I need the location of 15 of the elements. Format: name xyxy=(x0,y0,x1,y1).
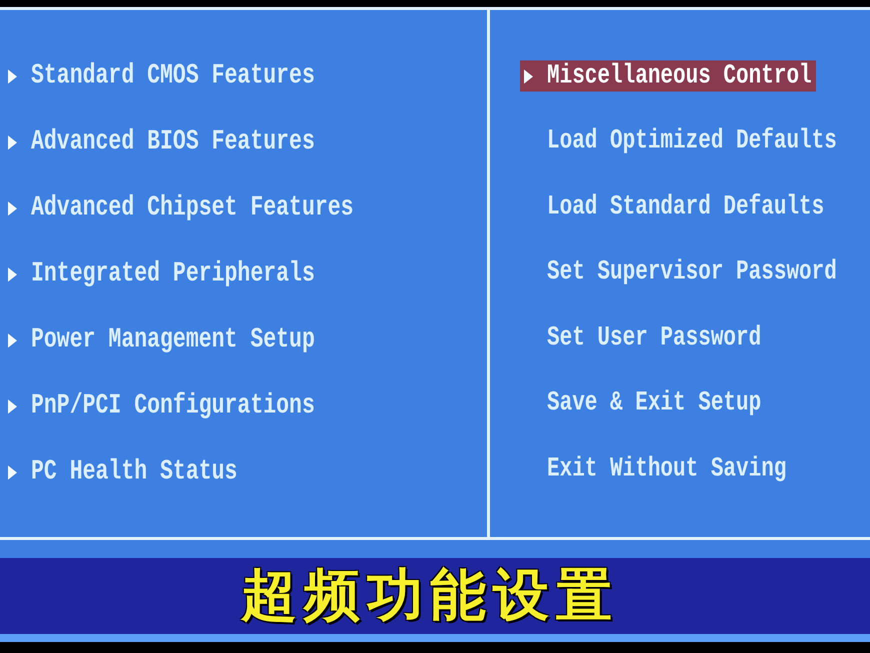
menu-item[interactable]: Load Optimized Defaults xyxy=(520,126,841,157)
menu-item[interactable]: PC Health Status xyxy=(4,456,242,488)
menu-item[interactable]: Advanced Chipset Features xyxy=(4,192,358,224)
menu-item[interactable]: Standard CMOS Features xyxy=(4,60,319,92)
menu-item[interactable]: Load Standard Defaults xyxy=(520,191,828,222)
menu-item[interactable]: Integrated Peripherals xyxy=(4,258,319,290)
menu-item[interactable]: Save & Exit Setup xyxy=(520,388,766,419)
menu-item[interactable]: Exit Without Saving xyxy=(520,453,790,484)
menu-item[interactable]: Set Supervisor Password xyxy=(520,256,841,288)
menu-item[interactable]: Advanced BIOS Features xyxy=(4,126,319,158)
menu-item[interactable]: PnP/PCI Configurations xyxy=(4,390,319,422)
menu-item[interactable]: Miscellaneous Control xyxy=(520,60,816,92)
menu-item[interactable]: Set User Password xyxy=(520,322,766,354)
menu-item[interactable]: Power Management Setup xyxy=(4,324,319,356)
subtitle-text: 超频功能设置 xyxy=(241,568,620,624)
